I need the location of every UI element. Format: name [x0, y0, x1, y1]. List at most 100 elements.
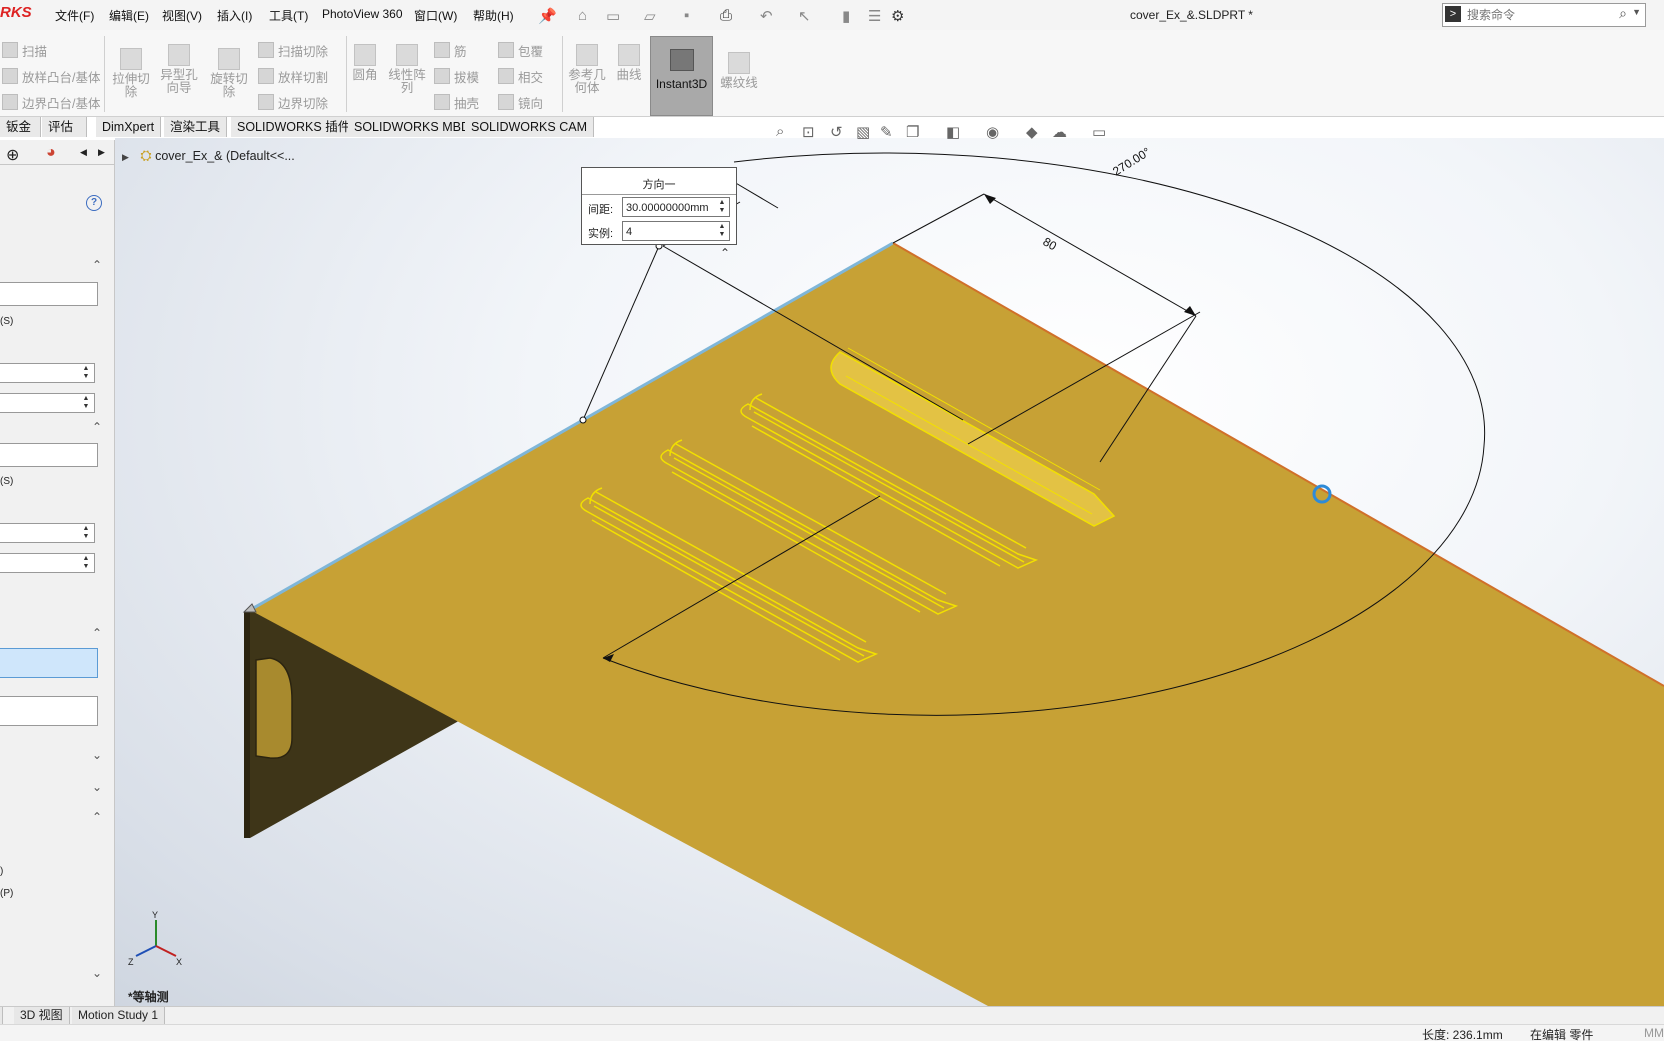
tab-3d-view[interactable]: 3D 视图 — [14, 1007, 70, 1024]
instances2-spinbox[interactable]: ▲ ▼ — [0, 553, 95, 573]
pattern-direction-dialog[interactable]: 方向一 间距: 30.00000000mm ▲ ▼ 实例: 4 ▲ ▼ — [581, 167, 737, 245]
view-settings-icon[interactable]: ▭ — [1092, 123, 1106, 141]
chevron-down-icon[interactable]: ▼ — [1632, 7, 1641, 17]
instances-spinbox[interactable]: ▲ ▼ — [0, 393, 95, 413]
collapse-chevron-icon[interactable]: ⌃ — [92, 258, 102, 272]
tab-solidworks-mbd[interactable]: SOLIDWORKS MBD — [348, 117, 477, 137]
shell-button[interactable]: 抽壳 — [434, 93, 479, 112]
thread-button[interactable]: 螺纹线 — [716, 52, 762, 90]
app-logo[interactable]: RKS — [0, 4, 32, 21]
expand-arrow-icon[interactable]: ▶ — [122, 152, 129, 162]
draft-button[interactable]: 拔模 — [434, 67, 479, 86]
spin-arrows-icon[interactable]: ▲ ▼ — [716, 199, 728, 215]
tab-motion-study[interactable]: Motion Study 1 — [72, 1007, 166, 1024]
sweep-button[interactable]: 扫描 — [2, 41, 47, 60]
configuration-manager-icon[interactable]: ⊕ — [6, 145, 19, 165]
rib-button[interactable]: 筋 — [434, 41, 467, 60]
menu-tools[interactable]: 工具(T) — [269, 7, 308, 24]
search-input[interactable] — [1465, 5, 1609, 25]
wrap-button[interactable]: 包覆 — [498, 41, 543, 60]
menu-photoview[interactable]: PhotoView 360 — [322, 7, 403, 21]
options-gear-icon[interactable]: ⚙ — [891, 7, 904, 25]
menu-window[interactable]: 窗口(W) — [414, 7, 457, 24]
features-to-pattern-list[interactable] — [0, 648, 98, 678]
display-manager-icon[interactable]: ◕ — [46, 144, 56, 162]
search-commands[interactable]: > ⌕ ▼ — [1442, 3, 1646, 27]
reference-geometry-button[interactable]: 参考几何体 — [566, 44, 608, 95]
tab-render-tools[interactable]: 渲染工具 — [164, 117, 228, 137]
home-icon[interactable]: ⌂ — [578, 7, 587, 24]
menu-insert[interactable]: 插入(I) — [217, 7, 252, 24]
search-icon[interactable]: ⌕ — [1619, 5, 1627, 22]
direction-reference-field[interactable] — [0, 282, 98, 306]
spin-arrows-icon[interactable]: ▲ ▼ — [716, 223, 728, 239]
spacing2-spinbox[interactable]: ▲ ▼ — [0, 523, 95, 543]
expand-chevron-icon[interactable]: ⌄ — [92, 966, 102, 980]
curves-button[interactable]: 曲线 — [612, 44, 646, 82]
intersect-button[interactable]: 相交 — [498, 67, 543, 86]
collapse-chevron-icon[interactable]: ⌃ — [92, 420, 102, 434]
menu-help[interactable]: 帮助(H) — [473, 7, 514, 24]
angle-dimension[interactable]: 270.00° — [1110, 145, 1153, 179]
tab-solidworks-cam[interactable]: SOLIDWORKS CAM — [465, 117, 594, 137]
save-icon[interactable]: ▪ — [684, 7, 689, 24]
collapse-chevron-icon[interactable]: ⌃ — [92, 810, 102, 824]
status-units[interactable]: MM — [1644, 1026, 1664, 1040]
print-icon[interactable]: ⎙ — [720, 7, 732, 24]
collapse-dialog-icon[interactable]: ⌃ — [720, 246, 730, 260]
section-view-icon[interactable]: ▧ — [856, 123, 870, 141]
spin-arrows-icon[interactable]: ▲ ▼ — [80, 365, 92, 381]
hide-show-items-icon[interactable]: ◉ — [986, 123, 999, 141]
wall-tab[interactable] — [255, 657, 293, 759]
direction2-reference-field[interactable] — [0, 443, 98, 467]
tab-dimxpert[interactable]: DimXpert — [96, 117, 162, 137]
collapse-chevron-icon[interactable]: ⌃ — [92, 626, 102, 640]
spacing-input[interactable]: 30.00000000mm ▲ ▼ — [622, 197, 730, 217]
menu-file[interactable]: 文件(F) — [55, 7, 94, 24]
zoom-to-fit-icon[interactable]: ⌕ — [776, 123, 784, 140]
boundary-boss-button[interactable]: 边界凸台/基体 — [2, 93, 100, 112]
view-orientation-icon[interactable]: ❐ — [906, 123, 919, 141]
dynamic-annotation-icon[interactable]: ✎ — [880, 123, 893, 141]
boundary-cut-button[interactable]: 边界切除 — [258, 93, 328, 112]
hole-wizard-button[interactable]: 异型孔向导 — [156, 44, 202, 95]
faces-to-pattern-list[interactable] — [0, 696, 98, 726]
edit-appearance-icon[interactable]: ◆ — [1026, 123, 1038, 141]
scroll-left-icon[interactable]: ◀ — [80, 147, 87, 158]
model-canvas[interactable]: 270.00° 80 Y Z X — [115, 138, 1664, 1006]
display-style-icon[interactable]: ◧ — [946, 123, 960, 141]
instant3d-button[interactable]: Instant3D — [650, 36, 713, 116]
menu-view[interactable]: 视图(V) — [162, 7, 202, 24]
graphics-area[interactable]: 270.00° 80 Y Z X — [115, 138, 1664, 1006]
spacing-spinbox[interactable]: ▲ ▼ — [0, 363, 95, 383]
spin-arrows-icon[interactable]: ▲ ▼ — [80, 525, 92, 541]
pin-icon[interactable]: 📌 — [538, 7, 557, 25]
lofted-cut-button[interactable]: 放样切割 — [258, 67, 328, 86]
expand-chevron-icon[interactable]: ⌄ — [92, 780, 102, 794]
file-properties-icon[interactable]: ☰ — [868, 7, 881, 25]
spin-arrows-icon[interactable]: ▲ ▼ — [80, 395, 92, 411]
loft-boss-button[interactable]: 放样凸台/基体 — [2, 67, 100, 86]
extrude-cut-button[interactable]: 拉伸切除 — [108, 48, 154, 99]
scroll-right-icon[interactable]: ▶ — [98, 147, 105, 158]
tab-solidworks-addins[interactable]: SOLIDWORKS 插件 — [231, 117, 358, 137]
length-dimension-value[interactable]: 80 — [1041, 234, 1060, 253]
rebuild-icon[interactable]: ▮ — [842, 7, 850, 25]
open-folder-icon[interactable]: ▱ — [644, 7, 656, 25]
menu-edit[interactable]: 编辑(E) — [109, 7, 149, 24]
apply-scene-icon[interactable]: ☁ — [1052, 123, 1067, 141]
zoom-area-icon[interactable]: ⊡ — [802, 123, 815, 141]
tab-model[interactable] — [0, 1007, 3, 1024]
feature-tree-root[interactable]: ▶ ⛭ cover_Ex_& (Default<<... — [122, 147, 295, 164]
spin-arrows-icon[interactable]: ▲ ▼ — [80, 555, 92, 571]
top-face[interactable] — [250, 243, 1664, 1006]
instances-input[interactable]: 4 ▲ ▼ — [622, 221, 730, 241]
swept-cut-button[interactable]: 扫描切除 — [258, 41, 328, 60]
help-icon[interactable]: ? — [86, 195, 102, 211]
expand-chevron-icon[interactable]: ⌄ — [92, 748, 102, 762]
fillet-button[interactable]: 圆角 — [348, 44, 382, 82]
tab-sheet-metal[interactable]: 钣金 — [0, 117, 41, 137]
mirror-button[interactable]: 镜向 — [498, 93, 543, 112]
undo-icon[interactable]: ↶ — [760, 7, 773, 25]
new-document-icon[interactable]: ▭ — [606, 7, 620, 25]
